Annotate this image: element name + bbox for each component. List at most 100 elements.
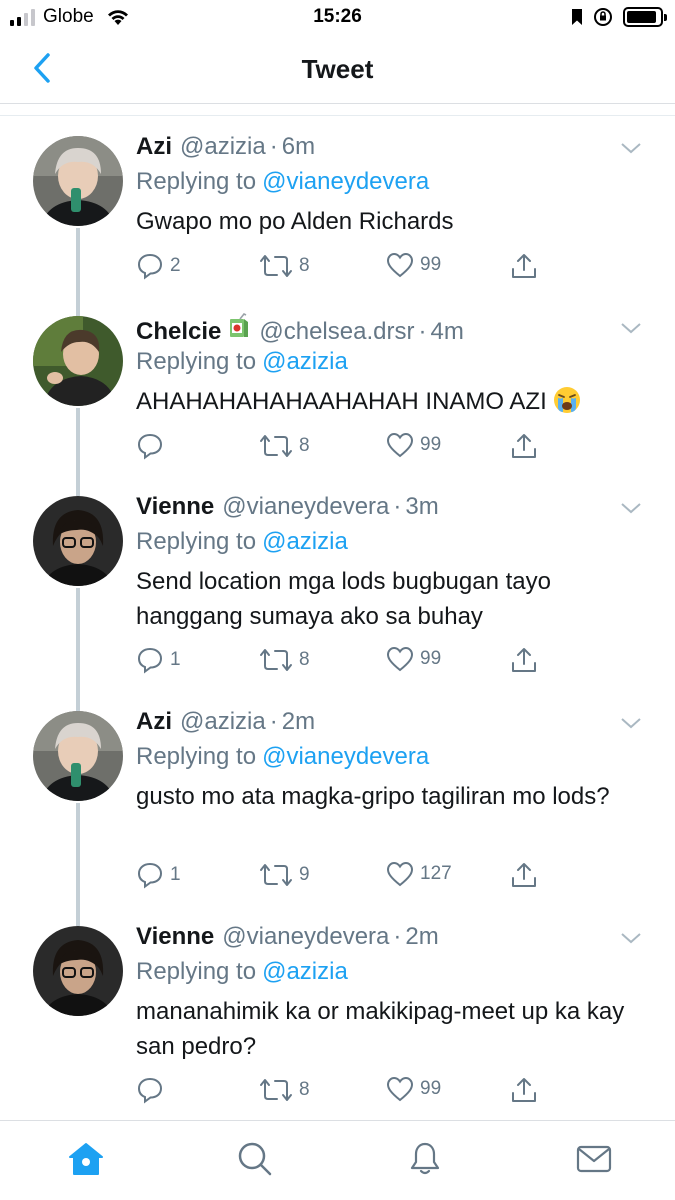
like-button[interactable]: 99 bbox=[386, 432, 441, 458]
tweet-header: Chelcie @chelsea.drsr · 4m bbox=[136, 313, 615, 346]
orientation-lock-icon bbox=[594, 8, 612, 26]
heart-icon bbox=[386, 1076, 414, 1102]
username[interactable]: @vianeydevera bbox=[222, 923, 389, 951]
mention-link[interactable]: @azizia bbox=[262, 348, 348, 375]
mention-link[interactable]: @vianeydevera bbox=[262, 168, 429, 195]
reply-count: 2 bbox=[170, 255, 181, 276]
retweet-button[interactable]: 8 bbox=[259, 646, 310, 674]
like-button[interactable]: 99 bbox=[386, 1076, 441, 1102]
reply-button[interactable] bbox=[136, 432, 170, 460]
username[interactable]: @azizia bbox=[180, 133, 266, 161]
tweet-text: mananahimik ka or makikipag-meet up ka k… bbox=[136, 998, 625, 1060]
retweet-count: 8 bbox=[299, 649, 310, 670]
like-button[interactable]: 99 bbox=[386, 252, 441, 278]
retweet-icon bbox=[260, 255, 292, 277]
retweet-button[interactable]: 8 bbox=[259, 252, 310, 280]
thread-connector bbox=[76, 296, 80, 316]
avatar[interactable] bbox=[33, 496, 123, 586]
crying-face-emoji bbox=[553, 387, 580, 413]
reply-button[interactable]: 2 bbox=[136, 252, 181, 280]
retweet-button[interactable]: 9 bbox=[259, 861, 310, 889]
tweet-actions: 8 99 bbox=[136, 1076, 556, 1106]
retweet-button[interactable]: 8 bbox=[259, 1076, 310, 1104]
display-name[interactable]: Chelcie bbox=[136, 318, 221, 346]
tab-search[interactable] bbox=[235, 1139, 275, 1179]
like-count: 99 bbox=[420, 434, 442, 455]
avatar[interactable] bbox=[33, 136, 123, 226]
tab-home[interactable] bbox=[66, 1139, 106, 1179]
tweet[interactable]: Chelcie @chelsea.drsr · 4m Replying to @a… bbox=[0, 296, 675, 476]
like-button[interactable]: 127 bbox=[386, 861, 452, 887]
chevron-down-icon[interactable] bbox=[619, 926, 643, 950]
display-name[interactable]: Azi bbox=[136, 708, 172, 736]
reply-button[interactable]: 1 bbox=[136, 646, 181, 674]
tweet[interactable]: Azi @azizia · 2m Replying to @vianeydever… bbox=[0, 691, 675, 906]
like-count: 99 bbox=[420, 1078, 442, 1099]
username[interactable]: @azizia bbox=[180, 708, 266, 736]
reply-icon bbox=[137, 647, 163, 674]
like-count: 127 bbox=[420, 863, 452, 884]
timestamp: 3m bbox=[405, 493, 439, 520]
avatar[interactable] bbox=[33, 926, 123, 1016]
retweet-icon bbox=[260, 435, 292, 457]
tweet-text-content: AHAHAHAHAHAAHAHAH INAMO AZI bbox=[136, 388, 547, 415]
reply-button[interactable]: 1 bbox=[136, 861, 181, 889]
retweet-count: 8 bbox=[299, 1079, 310, 1100]
juice-box-emoji bbox=[230, 313, 249, 337]
like-button[interactable]: 99 bbox=[386, 646, 441, 672]
tweet[interactable]: Azi @azizia · 6m Replying to @vianeydever… bbox=[0, 116, 675, 296]
tweet-thread[interactable]: Azi @azizia · 6m Replying to @vianeydever… bbox=[0, 116, 675, 1120]
heart-icon bbox=[386, 861, 414, 887]
chevron-down-icon[interactable] bbox=[619, 316, 643, 340]
tab-notifications[interactable] bbox=[405, 1139, 445, 1179]
share-button[interactable] bbox=[510, 1076, 538, 1104]
home-icon bbox=[69, 1143, 103, 1175]
retweet-button[interactable]: 8 bbox=[259, 432, 310, 460]
replying-to: Replying to @azizia bbox=[136, 958, 348, 986]
separator-dot: · bbox=[269, 708, 278, 735]
chevron-down-icon[interactable] bbox=[619, 136, 643, 160]
display-name[interactable]: Vienne bbox=[136, 923, 214, 951]
chevron-down-icon[interactable] bbox=[619, 711, 643, 735]
timestamp: 6m bbox=[281, 133, 316, 160]
reply-icon bbox=[137, 433, 163, 460]
replying-to: Replying to @vianeydevera bbox=[136, 168, 429, 196]
notifications-icon bbox=[410, 1142, 440, 1175]
reply-count: 1 bbox=[170, 864, 181, 885]
reply-button[interactable] bbox=[136, 1076, 170, 1104]
avatar[interactable] bbox=[33, 316, 123, 406]
replying-to-label: Replying to bbox=[136, 743, 257, 770]
share-button[interactable] bbox=[510, 646, 538, 674]
thread-connector bbox=[76, 588, 80, 691]
share-button[interactable] bbox=[510, 861, 538, 889]
retweet-count: 8 bbox=[299, 435, 310, 456]
display-name[interactable]: Azi bbox=[136, 133, 172, 161]
tweet-text: AHAHAHAHAHAAHAHAH INAMO AZI bbox=[136, 384, 636, 419]
tweet[interactable]: Vienne @vianeydevera · 3m Replying to @az… bbox=[0, 476, 675, 691]
mention-link[interactable]: @vianeydevera bbox=[262, 743, 429, 770]
bookmark-status-icon bbox=[572, 9, 582, 25]
status-bar: Globe 15:26 bbox=[0, 0, 675, 36]
username[interactable]: @vianeydevera bbox=[222, 493, 389, 521]
battery-icon bbox=[623, 7, 667, 27]
heart-icon bbox=[386, 252, 414, 278]
share-button[interactable] bbox=[510, 252, 538, 280]
tab-messages[interactable] bbox=[574, 1139, 614, 1179]
retweet-icon bbox=[260, 649, 292, 671]
replying-to-label: Replying to bbox=[136, 528, 257, 555]
tweet[interactable]: Vienne @vianeydevera · 2m Replying to @az… bbox=[0, 906, 675, 1120]
username[interactable]: @chelsea.drsr bbox=[259, 318, 414, 346]
mention-link[interactable]: @azizia bbox=[262, 958, 348, 985]
share-icon bbox=[512, 254, 536, 278]
avatar[interactable] bbox=[33, 711, 123, 801]
tweet-text: Gwapo mo po Alden Richards bbox=[136, 208, 454, 235]
replying-to: Replying to @azizia bbox=[136, 348, 348, 376]
separator-dot: · bbox=[393, 923, 402, 950]
tweet-header: Vienne @vianeydevera · 3m bbox=[136, 493, 615, 521]
chevron-down-icon[interactable] bbox=[619, 496, 643, 520]
replying-to-label: Replying to bbox=[136, 168, 257, 195]
share-button[interactable] bbox=[510, 432, 538, 460]
display-name[interactable]: Vienne bbox=[136, 493, 214, 521]
tweet-header: Azi @azizia · 2m bbox=[136, 708, 615, 736]
mention-link[interactable]: @azizia bbox=[262, 528, 348, 555]
